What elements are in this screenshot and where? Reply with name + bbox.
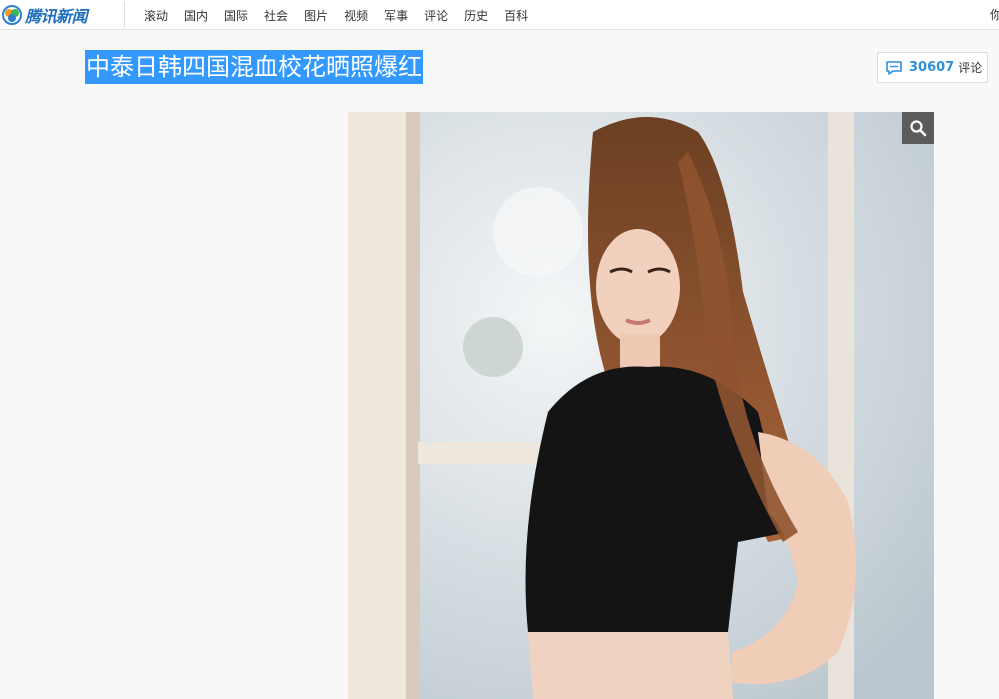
site-logo[interactable]: 腾讯新闻 — [2, 3, 120, 27]
comment-count: 30607 — [909, 60, 955, 75]
nav-item-pictures[interactable]: 图片 — [304, 7, 328, 24]
magnifier-icon — [910, 120, 927, 137]
comment-label: 评论 — [958, 61, 983, 75]
comment-bubble-icon — [886, 60, 902, 75]
nav-item-international[interactable]: 国际 — [224, 7, 248, 24]
article-title: 中泰日韩四国混血校花晒照爆红 — [85, 50, 423, 84]
nav-item-video[interactable]: 视频 — [344, 7, 368, 24]
comment-button[interactable]: 30607 评论 — [877, 52, 988, 83]
nav-item-society[interactable]: 社会 — [264, 7, 288, 24]
user-greeting[interactable]: 你 — [990, 6, 999, 23]
nav-divider — [124, 2, 125, 28]
zoom-button[interactable] — [902, 112, 934, 144]
nav-item-encyclopedia[interactable]: 百科 — [504, 7, 528, 24]
tencent-news-logo-icon — [2, 5, 22, 25]
logo-text: 腾讯新闻 — [25, 7, 88, 26]
main-nav: 滚动 国内 国际 社会 图片 视频 军事 评论 历史 百科 — [136, 0, 536, 30]
nav-item-history[interactable]: 历史 — [464, 7, 488, 24]
top-nav-bar: 腾讯新闻 滚动 国内 国际 社会 图片 视频 军事 评论 历史 百科 你 — [0, 0, 999, 30]
nav-item-scroll[interactable]: 滚动 — [144, 7, 168, 24]
nav-item-commentary[interactable]: 评论 — [424, 7, 448, 24]
photo-illustration — [348, 112, 934, 699]
nav-item-domestic[interactable]: 国内 — [184, 7, 208, 24]
article-photo[interactable] — [348, 112, 934, 699]
nav-item-military[interactable]: 军事 — [384, 7, 408, 24]
